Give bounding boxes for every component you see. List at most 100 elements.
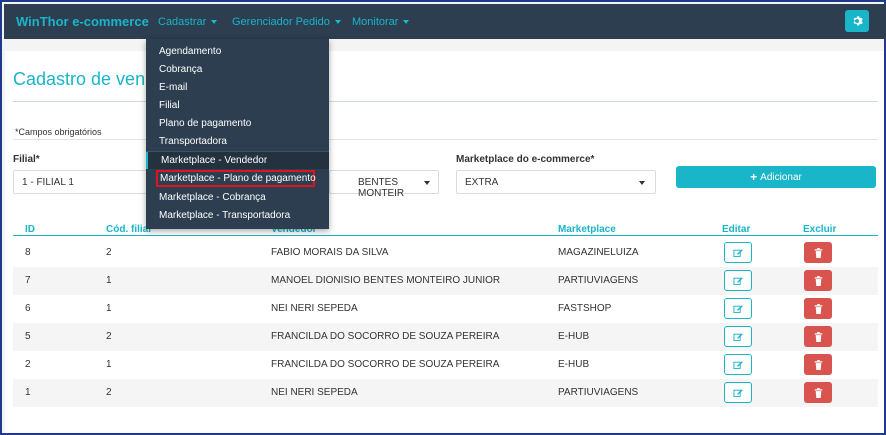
page-title: Cadastro de vend	[13, 69, 156, 89]
settings-button[interactable]	[845, 10, 869, 32]
edit-button[interactable]	[724, 270, 752, 291]
menu-item-cobranca[interactable]: Cobrança	[146, 61, 329, 78]
plus-icon: +	[750, 170, 758, 184]
table-row: 7 1 MANOEL DIONISIO BENTES MONTEIRO JUNIOR…	[13, 267, 878, 295]
edit-button[interactable]	[724, 354, 752, 375]
required-fields-note: *Campos obrigatórios	[15, 127, 102, 137]
edit-icon	[733, 360, 743, 369]
cell-id: 5	[25, 331, 31, 342]
menu-item-agendamento[interactable]: Agendamento	[146, 43, 329, 60]
edit-icon	[733, 332, 743, 341]
cell-cod-filial: 2	[106, 387, 112, 398]
nav-menu-cadastrar[interactable]: Cadastrar	[158, 16, 218, 28]
delete-button[interactable]	[804, 242, 832, 263]
edit-button[interactable]	[724, 298, 752, 319]
edit-icon	[733, 276, 743, 285]
trash-icon	[814, 247, 822, 258]
filial-select-value: 1 - FILIAL 1	[22, 177, 74, 188]
cell-cod-filial: 1	[106, 275, 112, 286]
marketplace-select-value: EXTRA	[465, 177, 499, 188]
trash-icon	[814, 331, 822, 342]
nav-menu-label: Cadastrar	[158, 16, 207, 28]
chevron-down-icon	[639, 181, 645, 185]
filial-select[interactable]: 1 - FILIAL 1	[13, 170, 153, 194]
cell-cod-filial: 1	[106, 359, 112, 370]
edit-icon	[733, 248, 743, 257]
top-navbar: WinThor e-commerce Cadastrar Gerenciador…	[4, 4, 886, 39]
trash-icon	[814, 387, 822, 398]
delete-button[interactable]	[804, 270, 832, 291]
nav-menu-gerenciador-pedido[interactable]: Gerenciador Pedido	[232, 16, 341, 28]
window-frame: WinThor e-commerce Cadastrar Gerenciador…	[0, 0, 886, 435]
cell-vendedor: FRANCILDA DO SOCORRO DE SOUZA PEREIRA	[271, 359, 500, 370]
form-divider	[13, 139, 878, 140]
chevron-down-icon	[424, 181, 430, 185]
menu-item-marketplace-transportadora[interactable]: Marketplace - Transportadora	[146, 207, 329, 224]
delete-button[interactable]	[804, 382, 832, 403]
menu-item-marketplace-vendedor[interactable]: Marketplace - Vendedor	[146, 152, 329, 169]
edit-button[interactable]	[724, 326, 752, 347]
menu-item-email[interactable]: E-mail	[146, 79, 329, 96]
vendedor-select-value: BENTES MONTEIR	[358, 177, 405, 199]
table-row: 6 1 NEI NERI SEPEDA FASTSHOP	[13, 295, 878, 323]
trash-icon	[814, 359, 822, 370]
cell-id: 1	[25, 387, 31, 398]
cell-vendedor: MANOEL DIONISIO BENTES MONTEIRO JUNIOR	[271, 275, 501, 286]
cell-marketplace: PARTIUVIAGENS	[558, 275, 639, 286]
table-row: 2 1 FRANCILDA DO SOCORRO DE SOUZA PEREIRA E…	[13, 351, 878, 379]
cell-cod-filial: 1	[106, 303, 112, 314]
cell-vendedor: NEI NERI SEPEDA	[271, 387, 358, 398]
header-editar: Editar	[722, 224, 751, 235]
delete-button[interactable]	[804, 326, 832, 347]
cell-vendedor: FABIO MORAIS DA SILVA	[271, 247, 389, 258]
edit-button[interactable]	[724, 382, 752, 403]
menu-item-marketplace-plano-pagamento[interactable]: Marketplace - Plano de pagamento	[156, 170, 316, 187]
menu-item-plano-pagamento[interactable]: Plano de pagamento	[146, 115, 329, 132]
cell-marketplace: FASTSHOP	[558, 303, 612, 314]
edit-icon	[733, 388, 743, 397]
trash-icon	[814, 275, 822, 286]
table-row: 8 2 FABIO MORAIS DA SILVA MAGAZINELUIZA	[13, 239, 878, 267]
gear-icon	[853, 16, 863, 26]
cell-cod-filial: 2	[106, 331, 112, 342]
delete-button[interactable]	[804, 298, 832, 319]
caret-down-icon	[403, 20, 410, 25]
cell-marketplace: MAGAZINELUIZA	[558, 247, 639, 258]
menu-item-marketplace-cobranca[interactable]: Marketplace - Cobrança	[146, 189, 329, 206]
nav-menu-label: Monitorar	[352, 16, 399, 28]
nav-menu-monitorar[interactable]: Monitorar	[352, 16, 410, 28]
header-excluir: Excluir	[803, 224, 837, 235]
table-header-divider	[13, 235, 878, 236]
title-divider	[13, 101, 878, 102]
cell-vendedor: NEI NERI SEPEDA	[271, 303, 358, 314]
caret-down-icon	[334, 20, 341, 25]
cell-marketplace: E-HUB	[558, 331, 590, 342]
marketplace-label: Marketplace do e-commerce*	[456, 154, 595, 165]
filial-label: Filial*	[13, 154, 40, 165]
header-marketplace[interactable]: Marketplace	[558, 224, 616, 235]
header-id[interactable]: ID	[25, 224, 35, 235]
cell-id: 7	[25, 275, 31, 286]
cell-id: 8	[25, 247, 31, 258]
menu-item-transportadora[interactable]: Transportadora	[146, 133, 329, 150]
table-row: 5 2 FRANCILDA DO SOCORRO DE SOUZA PEREIRA E…	[13, 323, 878, 351]
content-panel: Cadastro de vend *Campos obrigatórios Fi…	[5, 51, 884, 433]
vendedor-select[interactable]: BENTES MONTEIR	[329, 170, 439, 199]
brand-logo[interactable]: WinThor e-commerce	[16, 14, 149, 29]
cell-cod-filial: 2	[106, 247, 112, 258]
add-button[interactable]: + Adicionar	[676, 166, 876, 188]
header-cod-filial[interactable]: Cód. filial	[106, 224, 151, 235]
add-button-label: Adicionar	[760, 171, 802, 183]
cadastrar-dropdown-menu: Agendamento Cobrança E-mail Filial Plano…	[146, 39, 329, 229]
trash-icon	[814, 303, 822, 314]
menu-item-filial[interactable]: Filial	[146, 97, 329, 114]
edit-icon	[733, 304, 743, 313]
edit-button[interactable]	[724, 242, 752, 263]
delete-button[interactable]	[804, 354, 832, 375]
table-row: 1 2 NEI NERI SEPEDA PARTIUVIAGENS	[13, 379, 878, 407]
nav-menu-label: Gerenciador Pedido	[232, 16, 330, 28]
marketplace-select[interactable]: EXTRA	[456, 170, 656, 194]
cell-marketplace: E-HUB	[558, 359, 590, 370]
cell-id: 2	[25, 359, 31, 370]
cell-id: 6	[25, 303, 31, 314]
